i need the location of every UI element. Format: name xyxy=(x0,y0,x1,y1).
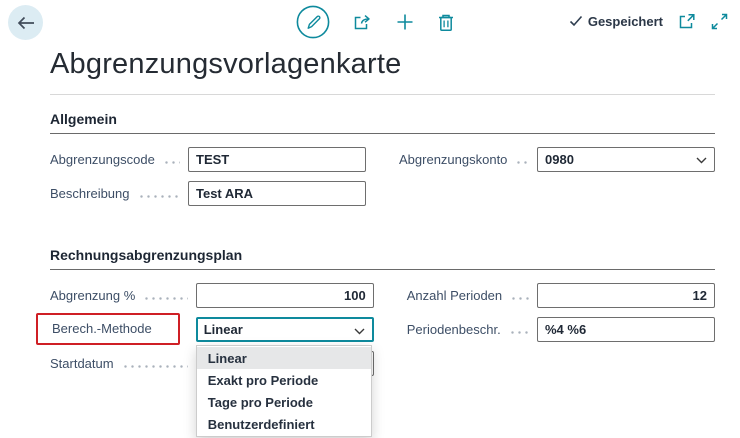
anzahl-perioden-input[interactable] xyxy=(537,282,715,308)
berech-methode-select[interactable]: Linear xyxy=(195,316,374,342)
delete-button[interactable] xyxy=(437,12,455,32)
abgrenzung-prozent-input[interactable] xyxy=(195,282,374,308)
dotted-leader xyxy=(162,161,180,164)
section-allgemein: Allgemein Abgrenzungscode Beschreibung xyxy=(50,111,715,210)
save-status-label: Gespeichert xyxy=(587,13,663,29)
edit-button[interactable] xyxy=(296,5,330,39)
share-button[interactable] xyxy=(352,12,373,32)
berech-methode-value: Linear xyxy=(203,321,243,337)
periodenbeschr-label: Periodenbeschr. xyxy=(406,321,501,337)
abgrenzung-prozent-label: Abgrenzung % xyxy=(50,287,136,303)
dropdown-option-linear[interactable]: Linear xyxy=(196,347,371,369)
allgemein-right-column: Abgrenzungskonto 0980 xyxy=(399,142,715,210)
abgrenzungskonto-label: Abgrenzungskonto xyxy=(399,151,508,167)
red-highlight-box: Berech.-Methode xyxy=(36,313,180,345)
dotted-leader xyxy=(510,297,529,300)
section-allgemein-title[interactable]: Allgemein xyxy=(50,111,715,134)
chevron-down-icon[interactable] xyxy=(354,328,365,335)
header-right-group: Gespeichert xyxy=(569,12,728,30)
toolbar xyxy=(296,5,455,39)
dotted-leader xyxy=(121,365,188,368)
chevron-down-icon[interactable] xyxy=(696,157,707,164)
section-plan-title[interactable]: Rechnungsabgrenzungsplan xyxy=(50,247,715,270)
abgrenzungscode-label: Abgrenzungscode xyxy=(50,151,155,167)
dotted-leader xyxy=(515,161,529,164)
berech-methode-label: Berech.-Methode xyxy=(52,321,152,336)
title-divider xyxy=(50,94,715,95)
back-arrow-icon xyxy=(17,16,35,30)
beschreibung-label: Beschreibung xyxy=(50,185,130,201)
plus-icon xyxy=(395,12,415,32)
dropdown-option-tage-pro-periode[interactable]: Tage pro Periode xyxy=(197,391,371,413)
plan-left-column: Abgrenzung % Berech.-Methode Linear xyxy=(36,278,374,437)
berech-methode-dropdown: Linear Exakt pro Periode Tage pro Period… xyxy=(195,345,372,437)
allgemein-left-column: Abgrenzungscode Beschreibung xyxy=(50,142,366,210)
abgrenzungscode-input[interactable] xyxy=(188,146,366,172)
dotted-leader xyxy=(143,297,188,300)
section-rechnungsabgrenzungsplan: Rechnungsabgrenzungsplan Abgrenzung % Be… xyxy=(36,247,715,437)
field-abgrenzungskonto: Abgrenzungskonto 0980 xyxy=(399,142,715,176)
periodenbeschr-input[interactable] xyxy=(537,316,715,342)
abgrenzungskonto-value: 0980 xyxy=(545,151,574,167)
field-periodenbeschr: Periodenbeschr. xyxy=(407,312,715,346)
beschreibung-input[interactable] xyxy=(188,180,366,206)
check-icon xyxy=(569,14,583,28)
pencil-icon xyxy=(296,5,330,39)
expand-button[interactable] xyxy=(711,13,728,30)
plan-right-column: Anzahl Perioden Periodenbeschr. xyxy=(407,278,715,380)
popout-button[interactable] xyxy=(678,12,696,30)
pop-out-icon xyxy=(678,12,696,30)
trash-icon xyxy=(437,12,455,32)
dotted-leader xyxy=(137,195,180,198)
save-status: Gespeichert xyxy=(569,14,663,29)
card-content: Allgemein Abgrenzungscode Beschreibung xyxy=(36,111,715,437)
abgrenzungskonto-combobox[interactable]: 0980 xyxy=(537,146,715,172)
new-button[interactable] xyxy=(395,12,415,32)
field-abgrenzung-prozent: Abgrenzung % xyxy=(50,278,374,312)
field-berech-methode: Berech.-Methode Linear Linear Exakt pro … xyxy=(36,312,374,437)
page-title: Abgrenzungsvorlagenkarte xyxy=(50,48,402,80)
dotted-leader xyxy=(508,331,529,334)
dropdown-option-benutzerdefiniert[interactable]: Benutzerdefiniert xyxy=(197,413,371,435)
header: Gespeichert xyxy=(0,0,740,46)
startdatum-label: Startdatum xyxy=(50,355,114,371)
expand-icon xyxy=(711,13,728,30)
field-abgrenzungscode: Abgrenzungscode xyxy=(50,142,366,176)
field-anzahl-perioden: Anzahl Perioden xyxy=(407,278,715,312)
back-button[interactable] xyxy=(8,5,43,40)
share-icon xyxy=(352,12,373,32)
anzahl-perioden-label: Anzahl Perioden xyxy=(406,287,503,303)
field-beschreibung: Beschreibung xyxy=(50,176,366,210)
dropdown-option-exakt-pro-periode[interactable]: Exakt pro Periode xyxy=(197,369,371,391)
